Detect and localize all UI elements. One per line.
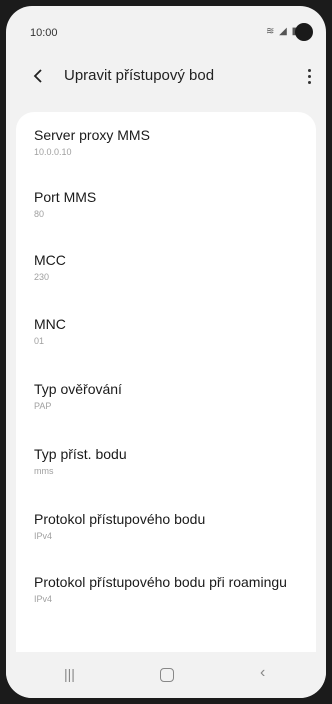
app-bar: Upravit přístupový bod [6, 52, 326, 100]
status-bar: 10:00 ≋ ◢ ▮ [6, 6, 326, 52]
status-time: 10:00 [30, 27, 58, 39]
list-item-value: PAP [34, 401, 52, 411]
more-options-button[interactable] [302, 64, 316, 88]
list-item-value: 230 [34, 272, 50, 282]
list-item-value: mms [34, 466, 54, 476]
list-item-auth-type[interactable]: Typ ověřování PAP [34, 380, 304, 411]
list-item-label: Server proxy MMS [34, 127, 150, 143]
phone-screen: 10:00 ≋ ◢ ▮ Upravit přístupový bod Serve… [6, 6, 326, 698]
list-item-value: 80 [34, 209, 45, 219]
camera-cutout [295, 23, 313, 41]
list-item-label: Protokol přístupového bodu při roamingu [34, 574, 287, 590]
list-item-mcc[interactable]: MCC 230 [34, 251, 304, 282]
list-item-apn-protocol[interactable]: Protokol přístupového bodu IPv4 [34, 510, 304, 541]
back-icon[interactable]: ‹ [260, 664, 265, 682]
status-icons: ≋ ◢ ▮ [266, 26, 298, 37]
list-item-value: IPv4 [34, 531, 53, 541]
home-icon[interactable] [160, 668, 174, 682]
list-item-label: MNC [34, 316, 66, 332]
apn-settings-list: Server proxy MMS 10.0.0.10 Port MMS 80 M… [16, 112, 316, 672]
list-item-label: Protokol přístupového bodu [34, 511, 206, 527]
list-item-value: 01 [34, 336, 45, 346]
list-item-mnc[interactable]: MNC 01 [34, 315, 304, 346]
more-vertical-icon [307, 68, 311, 72]
list-item-label: MCC [34, 252, 66, 268]
list-item-label: Typ příst. bodu [34, 446, 127, 462]
page-title: Upravit přístupový bod [64, 67, 215, 84]
chevron-left-icon [33, 69, 42, 83]
list-item-label: Typ ověřování [34, 381, 122, 397]
list-item-value: 10.0.0.10 [34, 147, 72, 157]
list-item-proxy-mms[interactable]: Server proxy MMS 10.0.0.10 [34, 126, 304, 157]
list-item-value: IPv4 [34, 594, 53, 604]
signal-icon: ◢ [279, 26, 288, 37]
list-item-apn-roaming-protocol[interactable]: Protokol přístupového bodu při roamingu … [34, 573, 304, 604]
back-button[interactable] [26, 64, 50, 88]
wifi-icon: ≋ [266, 26, 276, 37]
list-item-apn-type[interactable]: Typ příst. bodu mms [34, 445, 304, 476]
recent-apps-icon[interactable]: ||| [64, 666, 75, 682]
list-item-label: Port MMS [34, 189, 97, 205]
list-item-port-mms[interactable]: Port MMS 80 [34, 188, 304, 219]
navigation-bar: ||| ‹ [6, 652, 326, 698]
